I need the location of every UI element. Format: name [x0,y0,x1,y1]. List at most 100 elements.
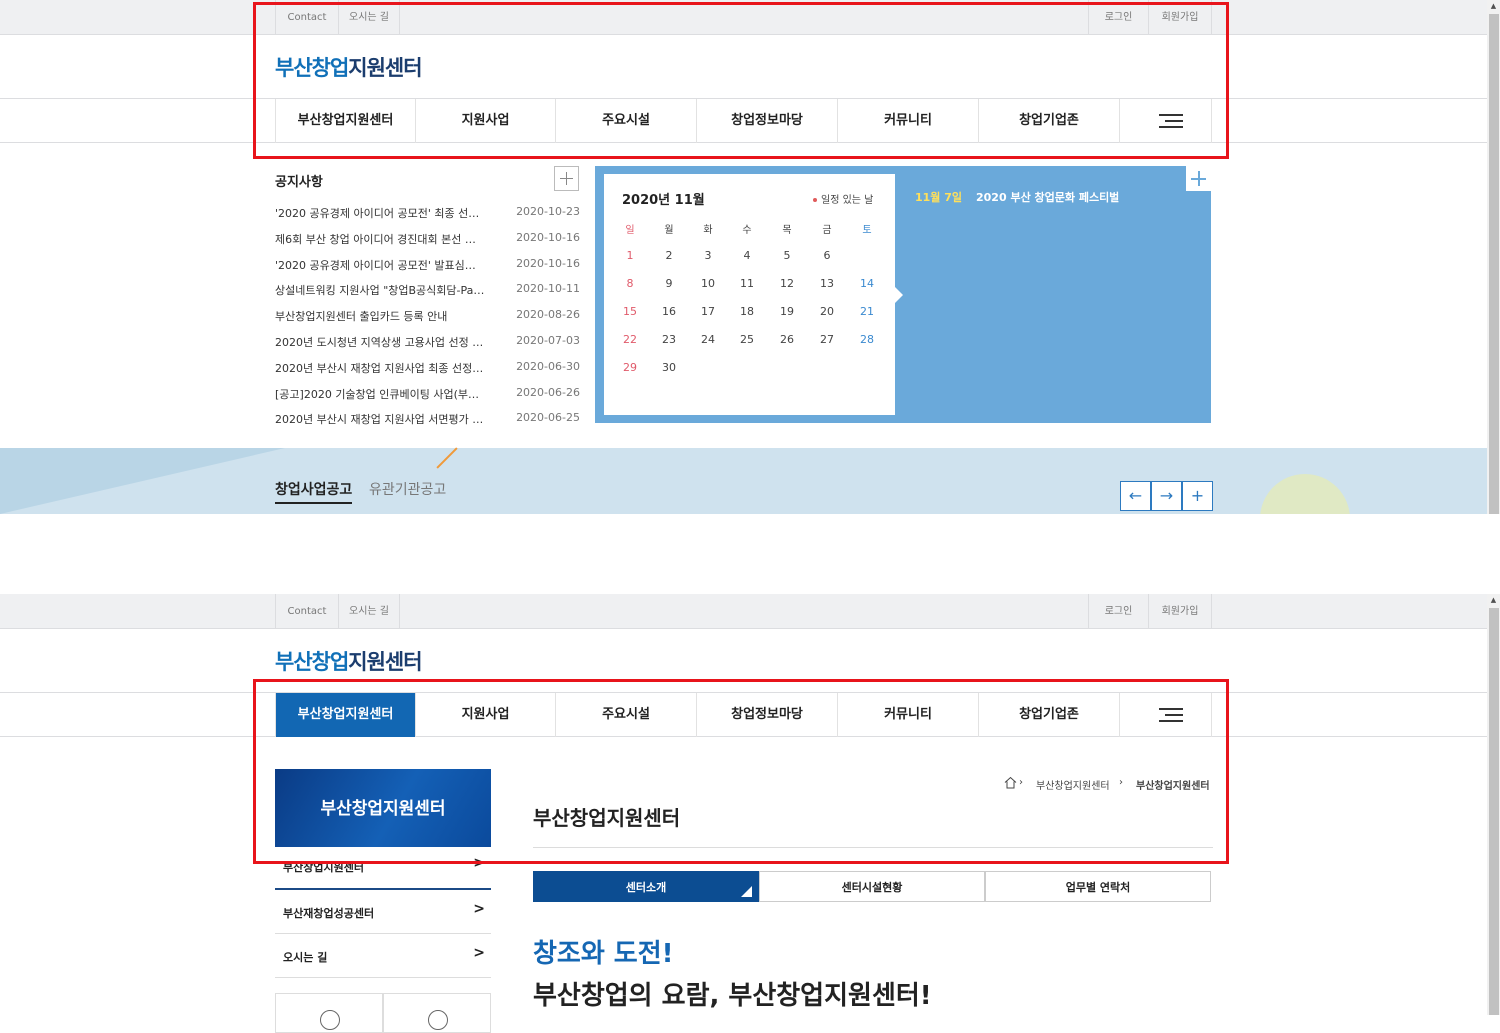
calendar-day[interactable]: 5 [772,245,802,267]
directions-link[interactable]: 오시는 길 [338,0,400,35]
tab-agency-announcements[interactable]: 유관기관공고 [369,479,446,499]
calendar-day[interactable]: 23 [654,329,684,351]
nav-item-support[interactable]: 지원사업 [416,693,556,737]
calendar-day[interactable]: 11 [732,273,762,295]
calendar-day[interactable]: 29 [615,357,645,379]
calendar-day[interactable]: 4 [732,245,762,267]
calendar-day[interactable]: 20 [812,301,842,323]
breadcrumb-item[interactable]: 부산창업지원센터 [1036,777,1110,792]
calendar-day[interactable]: 1 [615,245,645,267]
side-menu-item-directions[interactable]: 오시는 길 > [275,934,491,978]
calendar-day[interactable]: 16 [654,301,684,323]
calendar-day[interactable]: 12 [772,273,802,295]
calendar-day[interactable]: 17 [693,301,723,323]
calendar-day[interactable]: 28 [852,329,882,351]
notice-title-text: [공고]2020 기술창업 인큐베이팅 사업(부… [275,388,480,401]
site-logo[interactable]: 부산창업지원센터 [275,52,423,82]
calendar-day[interactable]: 3 [693,245,723,267]
menu-icon[interactable] [1120,693,1212,737]
calendar-day[interactable]: 25 [732,329,762,351]
calendar-day[interactable]: 8 [615,273,645,295]
calendar-day[interactable]: 24 [693,329,723,351]
calendar-day-text: 4 [743,249,751,262]
nav-item-center[interactable]: 부산창업지원센터 [275,693,416,737]
scroll-up-icon[interactable]: ▲ [1487,594,1500,607]
subtab-intro[interactable]: 센터소개 [533,871,759,902]
notice-more-icon[interactable] [554,166,579,191]
calendar-day[interactable]: 15 [615,301,645,323]
notice-row[interactable]: '2020 공유경제 아이디어 공모전' 최종 선… 2020-10-23 [275,205,580,225]
calendar-day[interactable]: 27 [812,329,842,351]
more-plus-icon[interactable]: + [1182,481,1213,511]
nav-item-support[interactable]: 지원사업 [416,99,556,143]
signup-link[interactable]: 회원가입 [1148,0,1212,35]
event-date[interactable]: 11월 7일 [915,189,962,205]
prev-arrow-icon[interactable]: ← [1120,481,1151,511]
calendar-more-icon[interactable] [1186,166,1211,191]
calendar-day[interactable]: 2 [654,245,684,267]
calendar-day[interactable]: 18 [732,301,762,323]
next-arrow-icon[interactable]: → [1151,481,1182,511]
side-menu-label: 부산창업지원센터 [283,861,364,874]
notice-row[interactable]: 2020년 도시청년 지역상생 고용사업 선정 … 2020-07-03 [275,334,580,354]
notice-row[interactable]: 제6회 부산 창업 아이디어 경진대회 본선 … 2020-10-16 [275,231,580,251]
nav-item-community[interactable]: 커뮤니티 [838,99,979,143]
band-decoration [0,448,285,514]
calendar-day[interactable]: 19 [772,301,802,323]
scroll-up-icon[interactable]: ▲ [1487,0,1500,13]
quick-link-box[interactable] [275,993,383,1033]
calendar-day[interactable]: 14 [852,273,882,295]
calendar-weekday: 월 [654,220,684,242]
nav-item-startup-zone[interactable]: 창업기업존 [979,99,1120,143]
subtab-facilities[interactable]: 센터시설현황 [759,871,985,902]
notice-row[interactable]: 2020년 부산시 재창업 지원사업 서면평가 … 2020-06-25 [275,411,580,431]
nav-item-facilities[interactable]: 주요시설 [556,693,697,737]
directions-link[interactable]: 오시는 길 [338,594,400,629]
calendar-day[interactable]: 22 [615,329,645,351]
nav-item-startup-zone[interactable]: 창업기업존 [979,693,1120,737]
calendar-day-text: 23 [662,333,676,346]
nav-item-center[interactable]: 부산창업지원센터 [275,99,416,143]
home-icon[interactable] [1004,776,1017,789]
calendar-day-text: 21 [860,305,874,318]
calendar-day[interactable]: 26 [772,329,802,351]
notice-row[interactable]: 부산창업지원센터 출입카드 등록 안내 2020-08-26 [275,308,580,328]
notice-row[interactable]: 상설네트워킹 지원사업 "창업B공식회담-Pa… 2020-10-11 [275,282,580,302]
signup-link[interactable]: 회원가입 [1148,594,1212,629]
scrollbar-thumb[interactable] [1489,14,1499,514]
notice-row[interactable]: 2020년 부산시 재창업 지원사업 최종 선정… 2020-06-30 [275,360,580,380]
login-link[interactable]: 로그인 [1088,0,1148,35]
tab-startup-announcements[interactable]: 창업사업공고 [275,479,353,504]
calendar-day[interactable]: 9 [654,273,684,295]
screenshot-home: Contact 오시는 길 로그인 회원가입 부산창업지원센터 부산창업지원센터… [0,0,1500,514]
scrollbar-thumb[interactable] [1489,608,1499,1015]
nav-item-community[interactable]: 커뮤니티 [838,693,979,737]
notice-date: 2020-06-30 [516,360,580,373]
contact-link[interactable]: Contact [275,594,338,629]
menu-icon[interactable] [1120,99,1212,143]
quick-link-box[interactable] [383,993,491,1033]
side-menu-item-restart[interactable]: 부산재창업성공센터 > [275,890,491,934]
calendar-weekday-text: 수 [742,225,752,236]
calendar-day[interactable]: 13 [812,273,842,295]
notice-row[interactable]: [공고]2020 기술창업 인큐베이팅 사업(부… 2020-06-26 [275,386,580,406]
subtab-contacts[interactable]: 업무별 연락처 [985,871,1211,902]
notice-row[interactable]: '2020 공유경제 아이디어 공모전' 발표심… 2020-10-16 [275,257,580,277]
nav-item-info[interactable]: 창업정보마당 [697,99,838,143]
notice-title-text: 부산창업지원센터 출입카드 등록 안내 [275,310,448,323]
event-title[interactable]: 2020 부산 창업문화 페스티벌 [976,189,1119,205]
contact-link[interactable]: Contact [275,0,338,35]
site-logo[interactable]: 부산창업지원센터 [275,646,423,676]
side-menu-item-center[interactable]: 부산창업지원센터 > [275,846,491,890]
nav-item-info[interactable]: 창업정보마당 [697,693,838,737]
calendar-day[interactable]: 10 [693,273,723,295]
calendar-day[interactable]: 30 [654,357,684,379]
calendar-month: 2020년 11월 [622,193,705,208]
notice-title-text: 2020년 부산시 재창업 지원사업 최종 선정… [275,362,484,375]
calendar-day[interactable]: 6 [812,245,842,267]
login-link[interactable]: 로그인 [1088,594,1148,629]
nav-item-facilities[interactable]: 주요시설 [556,99,697,143]
calendar-day[interactable]: 21 [852,301,882,323]
calendar-day[interactable]: 7 [852,244,882,268]
chevron-right-icon: > [473,945,485,961]
